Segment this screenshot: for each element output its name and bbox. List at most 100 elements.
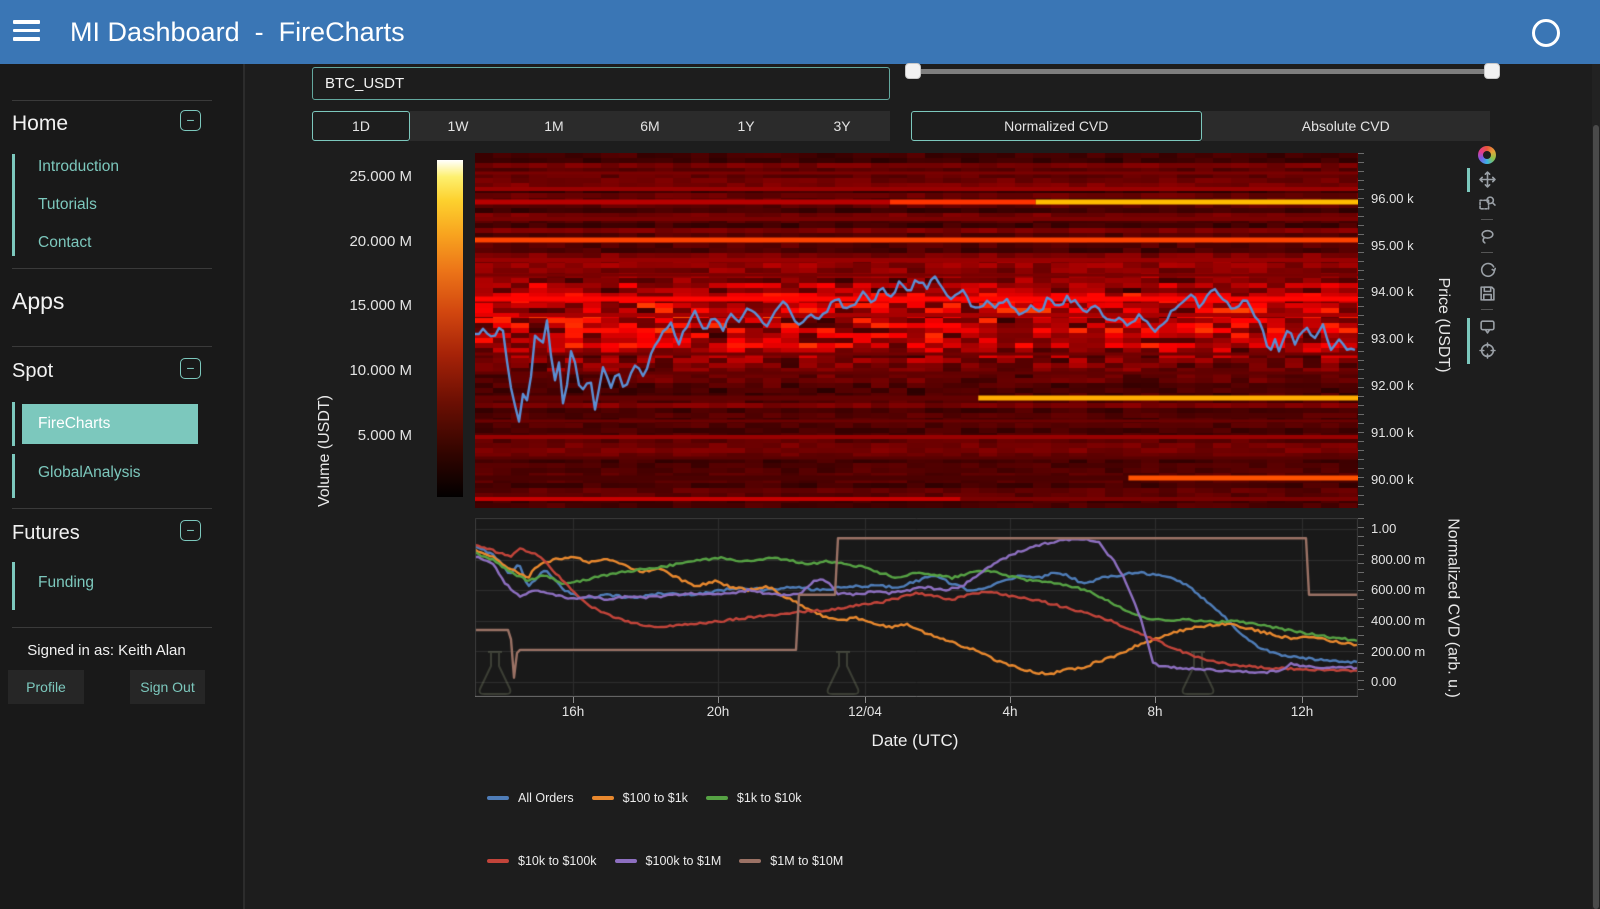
menu-icon[interactable] [13, 20, 40, 44]
legend-swatch [739, 859, 761, 863]
x-tick: 16h [543, 704, 603, 719]
x-axis-title: Date (UTC) [815, 731, 1015, 751]
lasso-select-icon[interactable] [1477, 227, 1497, 245]
x-tick: 8h [1125, 704, 1185, 719]
price-axis-title: Price (USDT) [1432, 225, 1454, 425]
page-scrollbar[interactable] [1592, 64, 1600, 909]
price-tick: 95.00 k [1371, 238, 1414, 253]
timeframe-1y-button[interactable]: 1Y [698, 111, 794, 141]
cvd-axis-title: Normalized CVD (arb. u.) [1442, 456, 1464, 761]
legend-item-all-orders[interactable]: All Orders [487, 791, 574, 805]
hover-tooltip-icon[interactable] [1477, 317, 1497, 335]
cvd-tick: 600.00 m [1371, 582, 1425, 597]
timeframe-1d-button[interactable]: 1D [312, 111, 410, 141]
plotly-logo-icon[interactable] [1477, 146, 1497, 164]
legend-row: All Orders $100 to $1k $1k to $10k [487, 791, 802, 805]
sidebar-item-tutorials[interactable]: Tutorials [38, 196, 97, 214]
volume-colorbar [437, 160, 463, 497]
cvd-tick: 1.00 [1371, 521, 1396, 536]
volume-axis-title: Volume (USDT) [314, 351, 336, 551]
app-root: MI Dashboard - FireCharts Home − Introdu… [0, 0, 1600, 909]
legend-swatch [487, 859, 509, 863]
absolute-cvd-button[interactable]: Absolute CVD [1202, 111, 1491, 141]
price-tick: 96.00 k [1371, 191, 1414, 206]
range-slider-left-handle[interactable] [905, 63, 921, 79]
sign-out-button[interactable]: Sign Out [130, 670, 205, 704]
menu-bar [13, 29, 40, 33]
user-circle-icon[interactable] [1532, 19, 1560, 47]
profile-button[interactable]: Profile [8, 670, 84, 704]
legend-label: $10k to $100k [518, 854, 597, 868]
signed-in-text: Signed in as: Keith Alan [0, 642, 213, 659]
legend-item-10k-100k[interactable]: $10k to $100k [487, 854, 597, 868]
sidebar-heading-spot: Spot [12, 360, 53, 383]
cvd-tick: 400.00 m [1371, 613, 1425, 628]
nav-group-indicator [12, 562, 15, 610]
axis-minor-ticks [1358, 518, 1364, 697]
volume-tick: 5.000 M [312, 427, 412, 444]
legend-label: $1k to $10k [737, 791, 802, 805]
collapse-home-button[interactable]: − [180, 110, 201, 131]
range-slider-right-handle[interactable] [1484, 63, 1500, 79]
symbol-input[interactable] [312, 67, 890, 100]
sidebar-item-contact[interactable]: Contact [38, 234, 91, 252]
autoscale-icon[interactable] [1477, 260, 1497, 278]
x-tick-mark [1010, 697, 1011, 703]
timeframe-button-group: 1D 1W 1M 6M 1Y 3Y [312, 111, 890, 141]
cvd-tick: 800.00 m [1371, 552, 1425, 567]
separator [1481, 309, 1493, 310]
volume-tick: 20.000 M [312, 233, 412, 250]
price-tick: 91.00 k [1371, 425, 1414, 440]
timeframe-6m-button[interactable]: 6M [602, 111, 698, 141]
heatmap-canvas[interactable] [475, 153, 1358, 508]
normalized-cvd-button[interactable]: Normalized CVD [911, 111, 1202, 141]
x-tick-mark [1302, 697, 1303, 703]
legend-swatch [592, 796, 614, 800]
legend-item-1m-10m[interactable]: $1M to $10M [739, 854, 843, 868]
scrollbar-thumb[interactable] [1593, 125, 1599, 909]
sidebar-item-introduction[interactable]: Introduction [38, 158, 119, 176]
menu-bar [13, 20, 40, 24]
header-bar: MI Dashboard - FireCharts [0, 0, 1600, 64]
save-icon[interactable] [1477, 284, 1497, 302]
legend-swatch [487, 796, 509, 800]
divider [12, 508, 212, 509]
x-tick: 4h [980, 704, 1040, 719]
x-tick-mark [573, 697, 574, 703]
collapse-spot-button[interactable]: − [180, 358, 201, 379]
x-tick: 20h [688, 704, 748, 719]
sidebar-item-globalanalysis[interactable]: GlobalAnalysis [38, 464, 141, 482]
legend-swatch [706, 796, 728, 800]
timeframe-3y-button[interactable]: 3Y [794, 111, 890, 141]
page-title: MI Dashboard - FireCharts [70, 0, 405, 64]
x-tick: 12h [1272, 704, 1332, 719]
price-tick: 94.00 k [1371, 284, 1414, 299]
volume-tick: 25.000 M [312, 168, 412, 185]
legend-item-100-1k[interactable]: $100 to $1k [592, 791, 688, 805]
volume-tick: 15.000 M [312, 297, 412, 314]
pan-icon[interactable] [1477, 170, 1497, 188]
legend-label: $100k to $1M [646, 854, 722, 868]
axis-minor-ticks [1358, 153, 1364, 508]
cvd-mode-toggle: Normalized CVD Absolute CVD [911, 111, 1490, 141]
legend-item-1k-10k[interactable]: $1k to $10k [706, 791, 802, 805]
chart-modebar [1474, 146, 1500, 359]
box-zoom-icon[interactable] [1477, 194, 1497, 212]
cvd-tick: 200.00 m [1371, 644, 1425, 659]
timeframe-1w-button[interactable]: 1W [410, 111, 506, 141]
collapse-futures-button[interactable]: − [180, 520, 201, 541]
timeframe-1m-button[interactable]: 1M [506, 111, 602, 141]
x-tick-mark [1155, 697, 1156, 703]
nav-group-indicator [12, 454, 15, 498]
legend-item-100k-1m[interactable]: $100k to $1M [615, 854, 722, 868]
legend-label: $1M to $10M [770, 854, 843, 868]
date-range-slider[interactable] [905, 69, 1500, 74]
legend-label: $100 to $1k [623, 791, 688, 805]
sidebar-item-firecharts[interactable]: FireCharts [22, 404, 198, 444]
cvd-tick: 0.00 [1371, 674, 1396, 689]
cvd-chart-canvas[interactable] [475, 518, 1358, 697]
sidebar-item-funding[interactable]: Funding [38, 574, 94, 592]
sidebar: Home − Introduction Tutorials Contact Ap… [0, 64, 245, 909]
crosshair-icon[interactable] [1477, 341, 1497, 359]
active-mode-indicator [1467, 168, 1470, 192]
